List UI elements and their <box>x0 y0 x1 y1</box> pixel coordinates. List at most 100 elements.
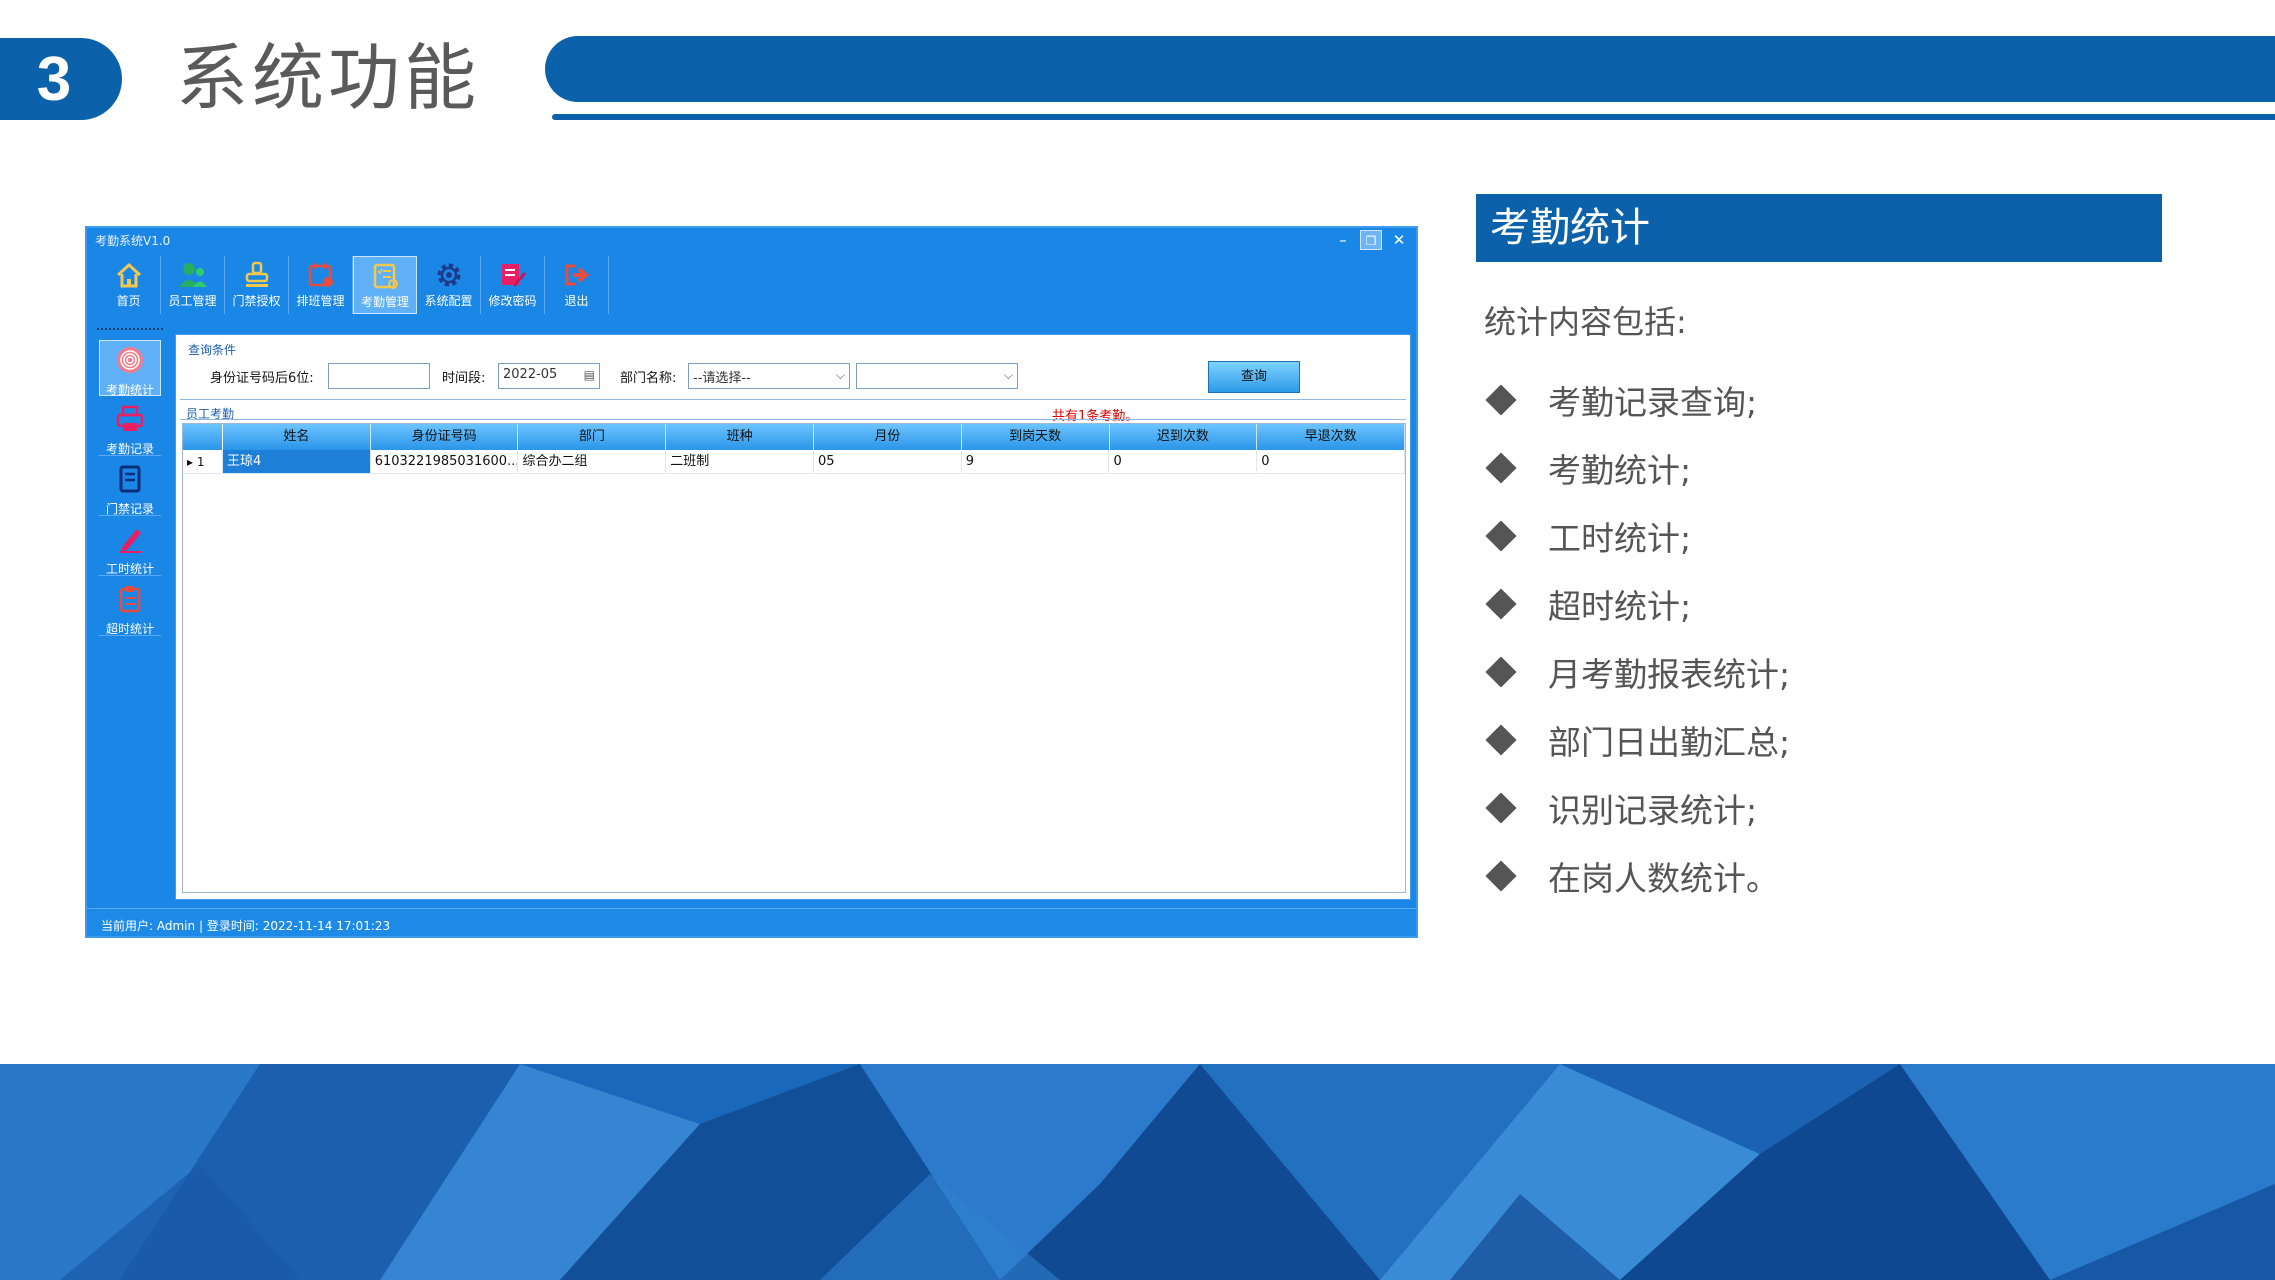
section-badge: 3 <box>0 38 122 120</box>
diamond-bullet-icon <box>1485 860 1517 892</box>
cell-late[interactable]: 0 <box>1109 450 1258 473</box>
chevron-down-icon: ⌵ <box>835 368 845 382</box>
column-header-early[interactable]: 早退次数 <box>1257 424 1406 450</box>
column-header-shift[interactable]: 班种 <box>666 424 814 450</box>
status-separator: | <box>198 919 207 933</box>
list-item: 月考勤报表统计; <box>1484 638 1790 706</box>
toolbar-label: 首页 <box>116 294 141 308</box>
column-header-id[interactable]: 身份证号码 <box>371 424 519 450</box>
sidebar-item-attendance-stats[interactable]: 考勤统计 <box>99 340 161 397</box>
panel-intro: 统计内容包括: <box>1484 303 1687 341</box>
calendar-picker-icon[interactable]: ▤ <box>584 368 595 382</box>
table-row[interactable]: ▸ 1 王琼4 6103221985031600... 综合办二组 二班制 05… <box>183 450 1405 474</box>
sidebar-item-attendance-records[interactable]: 考勤记录 <box>99 400 161 456</box>
toolbar-settings-button[interactable]: 系统配置 <box>417 256 481 314</box>
query-divider <box>180 399 1406 400</box>
diamond-bullet-icon <box>1485 384 1517 416</box>
list-item-text: 在岗人数统计。 <box>1548 859 1779 898</box>
sidebar-item-access-records[interactable]: 门禁记录 <box>99 460 161 516</box>
sidebar-item-overtime-stats[interactable]: 超时统计 <box>99 580 161 636</box>
panel-title-bar: 考勤统计 <box>1476 194 2162 262</box>
id-input[interactable] <box>328 363 430 389</box>
app-window: 考勤系统V1.0 – ❐ ✕ 首页 员工管理 门禁授权 排班管理 考勤管理 系统… <box>85 226 1418 938</box>
toolbar-label: 排班管理 <box>296 294 345 308</box>
cell-id[interactable]: 6103221985031600... <box>371 450 519 473</box>
list-item-text: 考勤记录查询; <box>1548 383 1758 422</box>
column-header-dept[interactable]: 部门 <box>518 424 667 450</box>
fingerprint-icon <box>115 345 145 379</box>
close-button[interactable]: ✕ <box>1388 230 1410 250</box>
exit-icon <box>561 260 593 290</box>
list-item-text: 部门日出勤汇总; <box>1548 723 1791 762</box>
sidebar-item-label: 考勤记录 <box>105 442 154 456</box>
diamond-bullet-icon <box>1485 656 1517 688</box>
toolbar-label: 考勤管理 <box>360 295 409 309</box>
period-picker[interactable]: 2022-05 ▤ <box>498 363 600 389</box>
toolbar-label: 员工管理 <box>168 294 217 308</box>
cell-early[interactable]: 0 <box>1257 450 1405 473</box>
list-item: 识别记录统计; <box>1484 774 1790 842</box>
cell-days[interactable]: 9 <box>962 450 1110 473</box>
query-group-label: 查询条件 <box>188 343 237 357</box>
column-header-name[interactable]: 姓名 <box>223 424 371 450</box>
footer-decoration <box>0 1064 2275 1280</box>
grid-corner <box>183 424 223 450</box>
printer-icon <box>115 404 145 438</box>
grid-header: 姓名 身份证号码 部门 班种 月份 到岗天数 迟到次数 早退次数 <box>183 424 1406 450</box>
dept-select-value: --请选择-- <box>693 371 751 386</box>
sidebar-item-label: 工时统计 <box>105 562 154 576</box>
polygon-pattern <box>0 1064 2275 1280</box>
cell-dept[interactable]: 综合办二组 <box>518 450 667 473</box>
toolbar-attendance-button[interactable]: 考勤管理 <box>353 256 417 314</box>
main-toolbar: 首页 员工管理 门禁授权 排班管理 考勤管理 系统配置 修改密码 退出 <box>97 256 609 314</box>
section-number: 3 <box>36 44 72 114</box>
id-label: 身份证号码后6位: <box>210 371 314 386</box>
cell-name[interactable]: 王琼4 <box>222 450 371 473</box>
diamond-bullet-icon <box>1485 452 1517 484</box>
feature-list: 考勤记录查询; 考勤统计; 工时统计; 超时统计; 月考勤报表统计; 部门日出勤… <box>1484 366 1790 910</box>
window-controls: – ❐ ✕ <box>1332 230 1410 250</box>
toolbar-exit-button[interactable]: 退出 <box>545 256 609 314</box>
toolbar-staff-button[interactable]: 员工管理 <box>161 256 225 314</box>
list-item: 在岗人数统计。 <box>1484 842 1790 910</box>
clipboard-icon <box>115 584 145 618</box>
restore-button[interactable]: ❐ <box>1360 230 1382 250</box>
list-item-text: 考勤统计; <box>1548 451 1692 490</box>
toolbar-label: 门禁授权 <box>232 294 281 308</box>
diamond-bullet-icon <box>1485 792 1517 824</box>
toolbar-home-button[interactable]: 首页 <box>97 256 161 314</box>
toolbar-access-button[interactable]: 门禁授权 <box>225 256 289 314</box>
cell-month[interactable]: 05 <box>814 450 962 473</box>
grid-divider <box>180 419 1406 420</box>
dept-label: 部门名称: <box>620 371 677 386</box>
diamond-bullet-icon <box>1485 588 1517 620</box>
users-icon <box>177 260 209 290</box>
panel-title: 考勤统计 <box>1490 205 1650 251</box>
list-item-text: 识别记录统计; <box>1548 791 1758 830</box>
status-text: 当前用户: Admin | 登录时间: 2022-11-14 17:01:23 <box>101 917 390 934</box>
list-item: 工时统计; <box>1484 502 1790 570</box>
diamond-bullet-icon <box>1485 724 1517 756</box>
toolbar-label: 系统配置 <box>424 294 473 308</box>
list-item-text: 超时统计; <box>1548 587 1692 626</box>
sidebar-divider <box>97 328 163 332</box>
toolbar-schedule-button[interactable]: 排班管理 <box>289 256 353 314</box>
list-item: 考勤统计; <box>1484 434 1790 502</box>
window-title: 考勤系统V1.0 <box>95 234 171 248</box>
search-button[interactable]: 查询 <box>1208 361 1300 393</box>
stamp-icon <box>241 260 273 290</box>
list-item: 超时统计; <box>1484 570 1790 638</box>
minimize-button[interactable]: – <box>1332 230 1354 250</box>
column-header-late[interactable]: 迟到次数 <box>1110 424 1258 450</box>
list-item-text: 工时统计; <box>1548 519 1692 558</box>
column-header-days[interactable]: 到岗天数 <box>962 424 1110 450</box>
dept-sub-select[interactable]: ⌵ <box>856 363 1018 389</box>
cell-shift[interactable]: 二班制 <box>666 450 814 473</box>
column-header-month[interactable]: 月份 <box>814 424 962 450</box>
sidebar-item-hours-stats[interactable]: 工时统计 <box>99 520 161 576</box>
gear-icon <box>433 260 465 290</box>
dept-select[interactable]: --请选择-- ⌵ <box>688 363 850 389</box>
period-value: 2022-05 <box>503 367 558 382</box>
sidebar-item-label: 考勤统计 <box>105 383 154 397</box>
toolbar-password-button[interactable]: 修改密码 <box>481 256 545 314</box>
